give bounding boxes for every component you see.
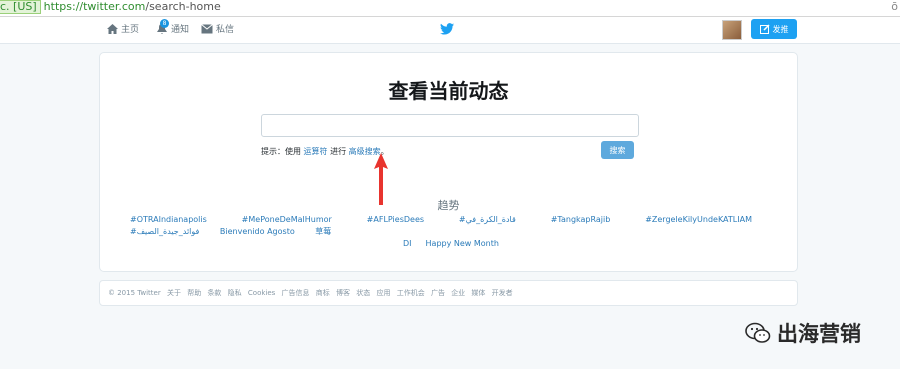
compose-label: 发推 [772,24,789,34]
top-navigation: 主页 8 通知 私信 发推 [0,17,900,44]
search-home-card: 查看当前动态 提示：使用 运算符 进行 高级搜索。 搜索 趋势 #OTRAInd… [99,52,798,272]
secure-badge: c. [US] [0,0,41,14]
twitter-bird-icon[interactable] [440,23,454,35]
footer-link[interactable]: 关于 [167,289,181,297]
url-host[interactable]: https://twitter.com [44,0,146,13]
nav-messages-label: 私信 [216,25,235,35]
footer-link[interactable]: 状态 [356,289,370,297]
trend-link[interactable]: Bienvenido Agosto [220,226,295,238]
footer-links: © 2015 Twitter 关于 帮助 条款 隐私 Cookies 广告信息 … [108,288,517,298]
footer-link[interactable]: 工作机会 [397,289,425,297]
footer-link[interactable]: 开发者 [492,289,513,297]
footer-link[interactable]: 博客 [336,289,350,297]
trend-link[interactable]: DI [403,238,412,250]
trend-link[interactable]: #MePoneDeMalHumor [242,214,332,226]
tip-mid: 进行 [330,147,347,156]
trend-link[interactable]: #TangkapRajib [551,214,611,226]
bell-icon: 8 [156,19,169,34]
trend-link[interactable]: #ZergeleKilyUndeKATLIAM [645,214,752,226]
trends-title: 趋势 [437,199,460,212]
trend-link[interactable]: #قادة_الكرة_في [459,214,516,226]
search-input[interactable] [261,114,639,137]
nav-home[interactable]: 主页 [107,22,139,35]
browser-address-bar[interactable]: c. [US] https://twitter.com/search-home ō [0,0,900,17]
trend-link[interactable]: #فوائد_جيدة_الصيف [130,226,199,238]
wechat-icon [745,322,771,343]
footer-link[interactable]: 广告 [431,289,445,297]
trend-link[interactable]: 草莓 [315,226,331,238]
nav-notifications-label: 通知 [171,25,190,35]
wechat-watermark: 出海营销 [745,318,861,348]
nav-messages[interactable]: 私信 [201,22,234,35]
footer-link[interactable]: 企业 [451,289,465,297]
trend-link[interactable]: Happy New Month [426,238,499,250]
footer-link[interactable]: 隐私 [228,289,242,297]
search-button[interactable]: 搜索 [601,141,634,159]
footer-link[interactable]: 应用 [376,289,390,297]
footer-link[interactable]: 商标 [316,289,330,297]
footer-link[interactable]: 媒体 [471,289,485,297]
footer: © 2015 Twitter 关于 帮助 条款 隐私 Cookies 广告信息 … [99,280,798,306]
notification-badge: 8 [160,19,169,28]
compose-tweet-button[interactable]: 发推 [751,19,797,39]
trend-link[interactable]: #AFLPiesDees [367,214,424,226]
envelope-icon [201,23,213,33]
nav-notifications[interactable]: 8 通知 [156,19,190,35]
page-title: 查看当前动态 [388,79,509,103]
operators-link[interactable]: 运算符 [304,147,328,156]
footer-link[interactable]: Cookies [248,289,275,297]
copyright: © 2015 Twitter [108,289,161,297]
watermark-text: 出海营销 [777,322,861,346]
tip-prefix: 提示：使用 [261,147,301,156]
footer-link[interactable]: 帮助 [187,289,201,297]
footer-link[interactable]: 广告信息 [282,289,310,297]
browser-menu-icon[interactable]: ō [891,0,898,14]
url-path[interactable]: /search-home [145,0,220,13]
search-tip: 提示：使用 运算符 进行 高级搜索。 [261,146,389,157]
compose-icon [759,24,770,34]
home-icon [107,23,118,34]
trends-row-2: DI Happy New Month [130,238,770,250]
trend-link[interactable]: #OTRAIndianapolis [130,214,207,226]
trends-list: #OTRAIndianapolis #MePoneDeMalHumor #AFL… [130,214,770,250]
user-avatar[interactable] [722,20,742,40]
footer-link[interactable]: 条款 [207,289,221,297]
nav-home-label: 主页 [121,25,140,35]
